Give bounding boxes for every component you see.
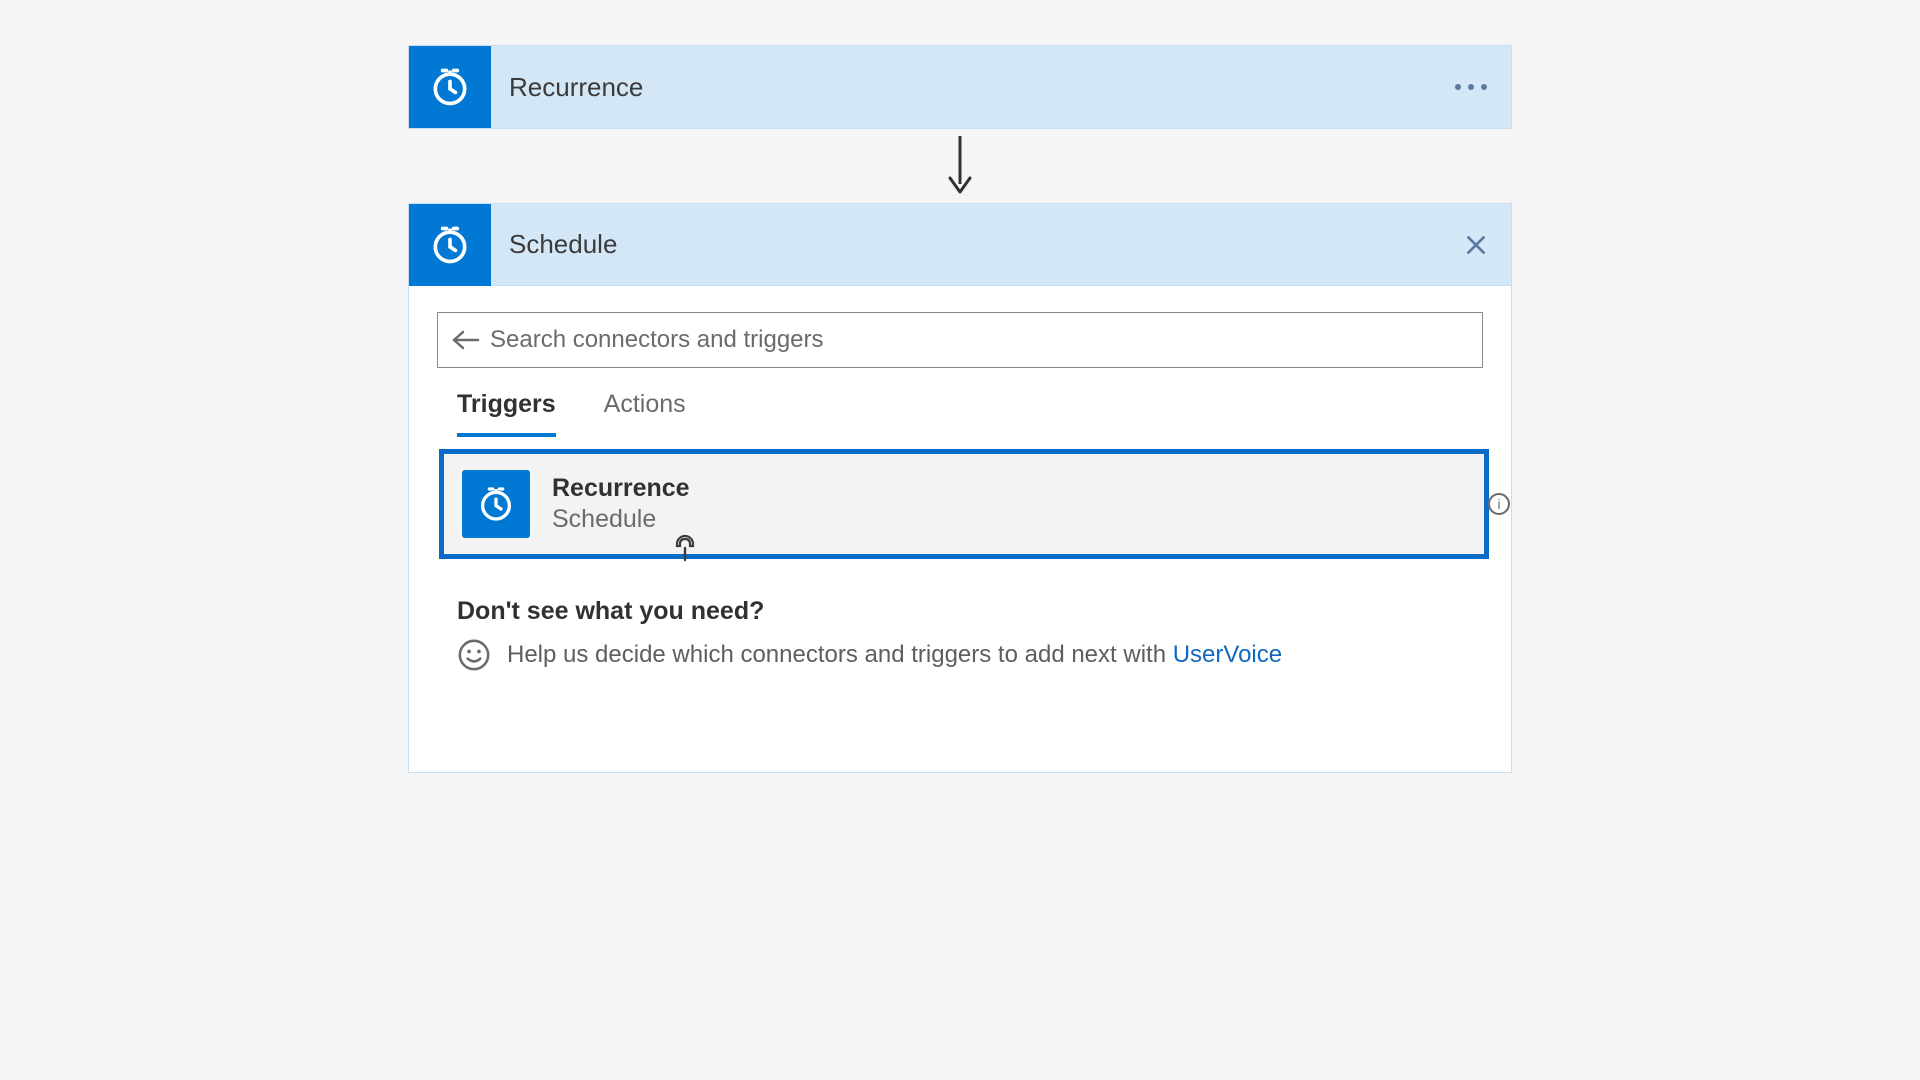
search-input[interactable] [490,313,1482,367]
tab-actions[interactable]: Actions [604,382,686,437]
trigger-recurrence-item[interactable]: Recurrence Schedule [439,449,1489,559]
trigger-info-icon[interactable]: i [1488,493,1510,515]
uservoice-link[interactable]: UserVoice [1173,641,1282,668]
help-title: Don't see what you need? [457,597,1483,626]
schedule-panel-title: Schedule [491,204,1441,285]
help-text-body: Help us decide which connectors and trig… [507,641,1173,668]
tabs-row: Triggers Actions [457,382,1483,437]
arrow-left-icon [451,328,481,352]
schedule-action-panel: Schedule [408,203,1512,773]
help-text: Help us decide which connectors and trig… [507,641,1282,669]
recurrence-trigger-card[interactable]: Recurrence [408,45,1512,129]
smiley-icon [457,638,491,672]
close-schedule-button[interactable] [1441,204,1511,285]
close-icon [1463,232,1489,258]
tab-triggers[interactable]: Triggers [457,382,556,437]
more-options-icon [1455,84,1487,90]
recurrence-icon [409,46,491,128]
search-bar[interactable] [437,312,1483,368]
trigger-item-title: Recurrence [552,474,690,503]
trigger-item-subtitle: Schedule [552,505,690,534]
recurrence-card-title: Recurrence [491,46,1431,128]
back-arrow-button[interactable] [450,328,482,352]
recurrence-card-menu-button[interactable] [1431,46,1511,128]
schedule-icon [409,204,491,286]
flow-arrow-connector [945,129,975,203]
trigger-item-icon [462,470,530,538]
